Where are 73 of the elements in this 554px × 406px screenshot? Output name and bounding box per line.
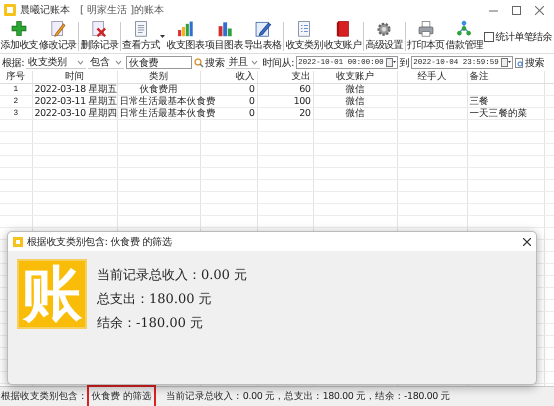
table-cell: 日常生活最基本伙食费: [120, 108, 216, 118]
summary-line: 总支出：180.00 元: [97, 291, 213, 308]
search-icon: [194, 58, 204, 68]
toolbar-button[interactable]: 导出表格: [243, 20, 282, 53]
table-cell: 100: [294, 96, 310, 106]
to-label: 到: [400, 56, 410, 70]
field-dropdown[interactable]: 收支类别: [26, 56, 86, 69]
table-cell: 伙食费用: [139, 84, 178, 94]
caret-icon: [251, 60, 258, 64]
caret-icon: [77, 60, 84, 64]
checkbox[interactable]: [484, 32, 494, 42]
toolbar-button[interactable]: 打印本页: [406, 20, 446, 53]
app-icon: [13, 236, 23, 246]
table-cell: 0: [248, 108, 254, 118]
table-cell: 2: [13, 96, 18, 106]
table-cell: 2022-03-18 星期五: [34, 84, 118, 94]
filter-label: 根据:: [2, 56, 24, 70]
table-cell: 2022-03-11 星期五: [34, 96, 118, 106]
status-summary: 当前记录总收入：0.00 元，总支出：180.00 元，结余：-180.00 元: [166, 390, 450, 403]
toolbar-button[interactable]: 收支账户: [323, 20, 362, 53]
toolbar-button[interactable]: 删除记录: [80, 20, 119, 53]
caret-icon: [115, 60, 122, 64]
toolbar-button[interactable]: 查看方式: [122, 20, 160, 53]
table-cell: 60: [299, 84, 310, 94]
table-cell: 2022-03-10 星期四: [34, 108, 118, 118]
dialog-title: 根据收支类别包含: 伙食费 的筛选: [27, 236, 172, 248]
app-title: 晨曦记账本: [20, 4, 70, 17]
status-filter-label: 根据收支类别包含：: [1, 390, 88, 403]
toolbar-button[interactable]: 修改记录: [38, 20, 78, 53]
column-header[interactable]: 类别: [117, 71, 200, 84]
toolbar-button[interactable]: 借款管理: [445, 20, 484, 53]
table-cell: 三餐: [470, 96, 489, 106]
summary-line: 当前记录总收入：0.00 元: [97, 267, 248, 284]
table-cell: 1: [13, 84, 18, 94]
column-header[interactable]: 备注: [467, 71, 544, 84]
table-cell: 0: [248, 84, 254, 94]
maximize-icon[interactable]: [512, 6, 521, 14]
summary-line: 结余：-180.00 元: [97, 315, 204, 332]
match-dropdown[interactable]: 包含: [88, 56, 124, 69]
table-cell: 一天三餐的菜: [470, 108, 528, 118]
column-header[interactable]: 经手人: [397, 71, 467, 84]
close-icon[interactable]: [535, 6, 544, 14]
table-cell: 3: [13, 108, 18, 118]
column-header[interactable]: 支出: [257, 71, 313, 84]
calendar-icon[interactable]: [386, 58, 396, 67]
table-cell: 0: [248, 96, 254, 106]
calendar-icon[interactable]: [500, 58, 511, 67]
ledger-logo: 账: [17, 259, 87, 329]
table-cell: 微信: [345, 108, 365, 118]
column-header[interactable]: 序号: [0, 71, 32, 84]
search-icon: [514, 58, 524, 68]
app-icon: [4, 4, 16, 16]
book-title: [ 明家生活 ]的账本: [80, 4, 164, 17]
from-label: 时间从:: [262, 56, 294, 70]
dropdown-arrow-icon[interactable]: [160, 35, 166, 38]
column-header[interactable]: 收入: [200, 71, 257, 84]
toolbar-button[interactable]: 收支类别: [284, 20, 324, 53]
table-cell: 20: [299, 108, 310, 118]
checkbox-label: 统计单笔结余: [496, 30, 552, 44]
toolbar-button[interactable]: 高级设置: [364, 20, 404, 53]
close-icon[interactable]: [523, 238, 531, 246]
toolbar-button[interactable]: 项目图表: [204, 20, 244, 53]
column-header[interactable]: 收支账户: [313, 71, 397, 84]
search-button[interactable]: 搜索: [194, 56, 224, 70]
search-button[interactable]: 搜索: [514, 56, 544, 70]
table-cell: 微信: [345, 96, 365, 106]
toolbar-button[interactable]: 添加收支: [0, 20, 39, 53]
table-cell: 日常生活最基本伙食费: [120, 96, 216, 106]
table-cell: 微信: [345, 84, 365, 94]
toolbar-button[interactable]: 收支图表: [166, 20, 205, 53]
keyword-field[interactable]: 伙食费: [126, 56, 192, 69]
logic-dropdown[interactable]: 并且: [226, 56, 260, 69]
column-header[interactable]: 时间: [32, 71, 117, 84]
